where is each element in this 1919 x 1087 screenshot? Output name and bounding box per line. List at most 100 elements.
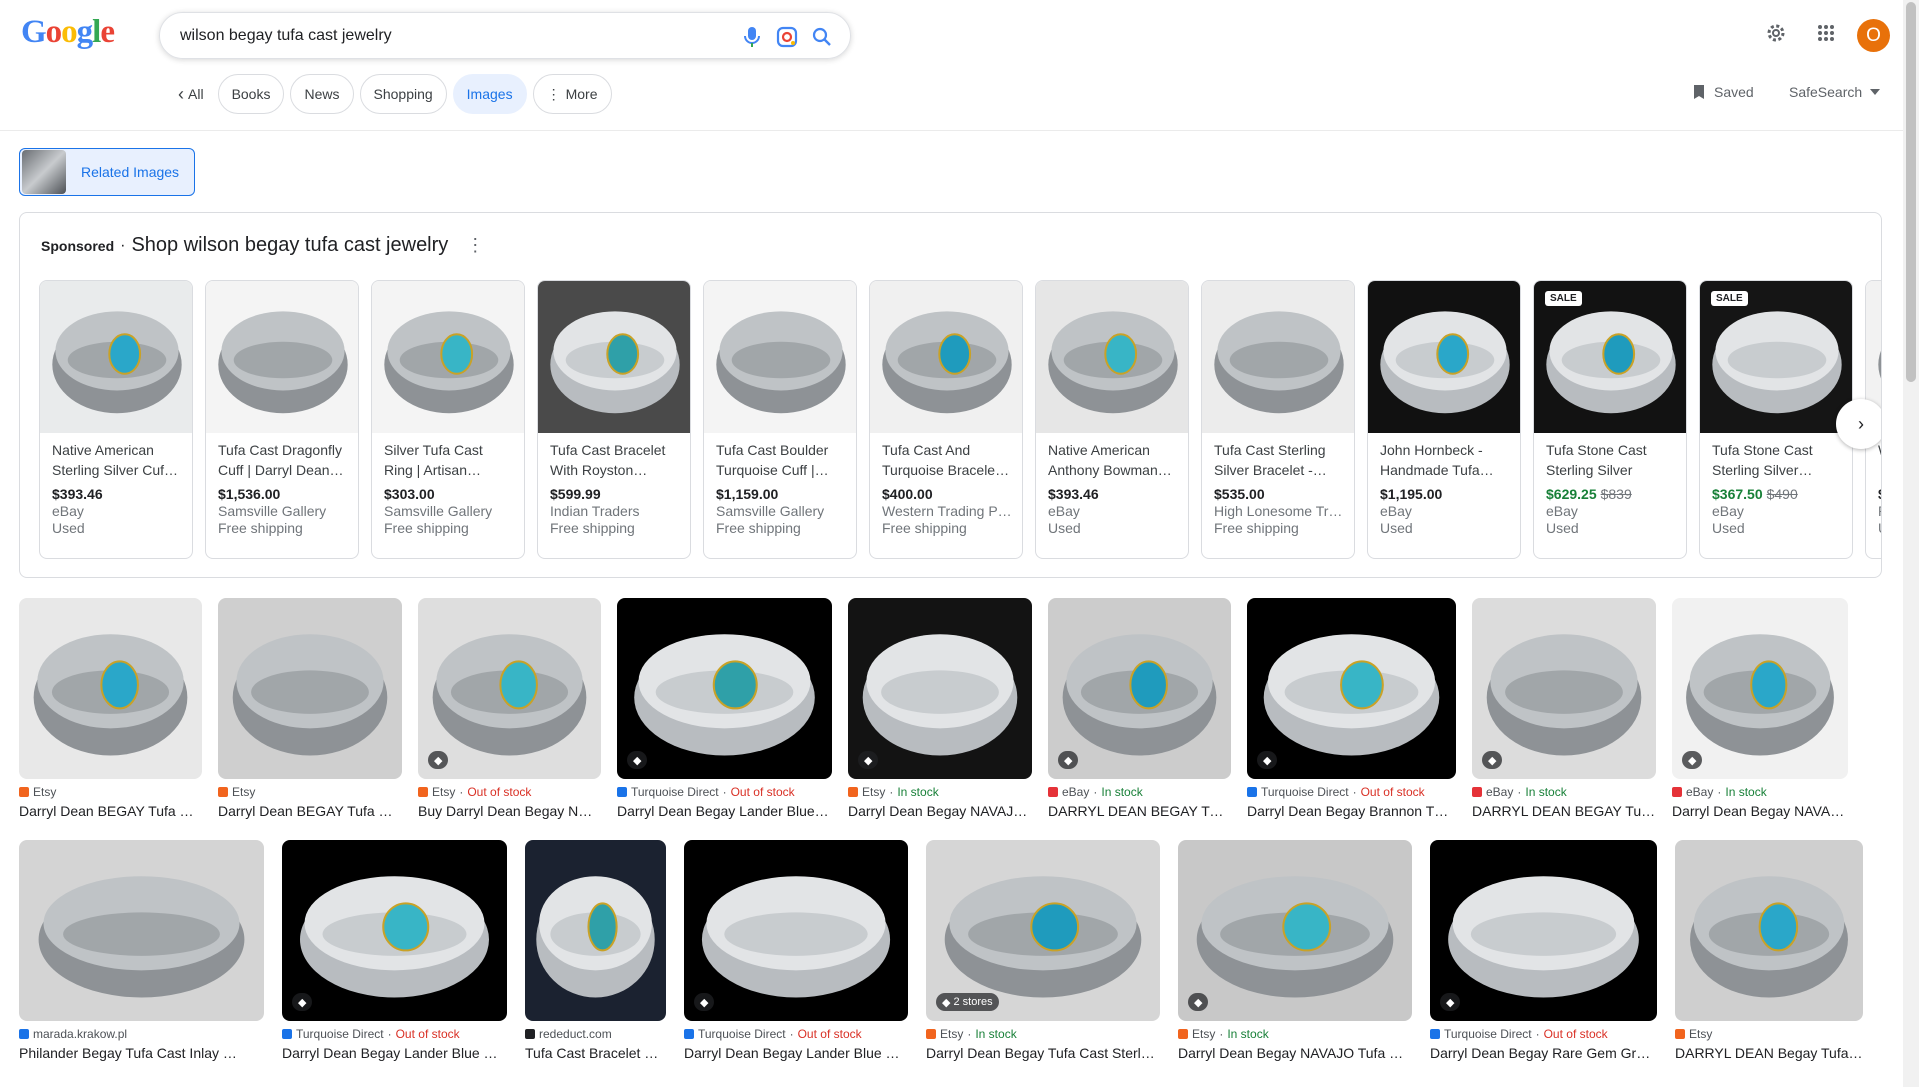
- safesearch-dropdown[interactable]: SafeSearch: [1789, 84, 1881, 100]
- result-thumbnail[interactable]: ◆: [617, 598, 832, 779]
- tab-books[interactable]: Books: [217, 74, 285, 114]
- tab-more[interactable]: ⋮ More: [532, 74, 612, 114]
- result-title[interactable]: Darryl Dean Begay Lander Blue…: [617, 803, 832, 819]
- result-thumbnail[interactable]: ◆: [1472, 598, 1656, 779]
- result-title[interactable]: Darryl Dean Begay NAVAJO Tufa …: [1178, 1045, 1412, 1061]
- result-source[interactable]: Etsy · In stock: [926, 1027, 1160, 1041]
- result-source[interactable]: Turquoise Direct · Out of stock: [1430, 1027, 1657, 1041]
- tab-all[interactable]: ‹ All: [170, 74, 212, 114]
- image-result[interactable]: ◆ Turquoise Direct · Out of stock Darryl…: [282, 840, 507, 1061]
- result-title[interactable]: Darryl Dean Begay Lander Blue …: [282, 1045, 507, 1061]
- result-source[interactable]: eBay · In stock: [1048, 785, 1231, 799]
- apps-grid-icon[interactable]: [1811, 18, 1841, 48]
- result-thumbnail[interactable]: ◆: [418, 598, 601, 779]
- tab-shopping[interactable]: Shopping: [359, 74, 447, 114]
- image-result[interactable]: ◆ Turquoise Direct · Out of stock Darryl…: [1430, 840, 1657, 1061]
- result-title[interactable]: Darryl Dean BEGAY Tufa …: [19, 803, 202, 819]
- product-card[interactable]: SALE Tufa Stone Cast Sterling Silver Sta…: [1533, 280, 1687, 559]
- image-result[interactable]: ◆ eBay · In stock Darryl Dean Begay NAVA…: [1672, 598, 1848, 819]
- image-result[interactable]: ◆ Etsy · In stock Darryl Dean Begay NAVA…: [848, 598, 1032, 819]
- result-title[interactable]: DARRYL DEAN BEGAY Tuf…: [1048, 803, 1231, 819]
- result-title[interactable]: Darryl Dean Begay Brannon T…: [1247, 803, 1456, 819]
- result-source[interactable]: Turquoise Direct · Out of stock: [282, 1027, 507, 1041]
- search-icon[interactable]: [810, 25, 834, 49]
- image-result[interactable]: ◆ Etsy · Out of stock Buy Darryl Dean Be…: [418, 598, 601, 819]
- product-card[interactable]: Native American Sterling Silver Cuf… $39…: [39, 280, 193, 559]
- result-source[interactable]: rededuct.com: [525, 1027, 666, 1041]
- image-result[interactable]: ◆ eBay · In stock DARRYL DEAN BEGAY Tuf…: [1048, 598, 1231, 819]
- result-source[interactable]: Etsy · In stock: [1178, 1027, 1412, 1041]
- image-result[interactable]: ◆ Turquoise Direct · Out of stock Darryl…: [684, 840, 908, 1061]
- result-thumbnail[interactable]: ◆: [1048, 598, 1231, 779]
- image-result[interactable]: ◆ Turquoise Direct · Out of stock Darryl…: [1247, 598, 1456, 819]
- result-thumbnail[interactable]: [1675, 840, 1863, 1021]
- result-thumbnail[interactable]: ◆: [848, 598, 1032, 779]
- lens-icon[interactable]: [775, 25, 799, 49]
- result-thumbnail[interactable]: ◆: [1178, 840, 1412, 1021]
- image-result[interactable]: Etsy DARRYL DEAN Begay Tufa …: [1675, 840, 1863, 1061]
- product-card[interactable]: Tufa Cast Sterling Silver Bracelet -… $5…: [1201, 280, 1355, 559]
- result-title[interactable]: DARRYL DEAN BEGAY Tuf…: [1472, 803, 1656, 819]
- result-title[interactable]: DARRYL DEAN Begay Tufa …: [1675, 1045, 1863, 1061]
- carousel-next-button[interactable]: ›: [1836, 399, 1881, 449]
- tab-news[interactable]: News: [290, 74, 354, 114]
- product-card[interactable]: Tufa Cast Boulder Turquoise Cuff |… $1,1…: [703, 280, 857, 559]
- result-source[interactable]: Etsy · Out of stock: [418, 785, 601, 799]
- scrollbar-thumb[interactable]: [1906, 2, 1916, 382]
- voice-search-icon[interactable]: [740, 25, 764, 49]
- image-result[interactable]: Etsy Darryl Dean BEGAY Tufa …: [218, 598, 402, 819]
- search-input[interactable]: [180, 24, 680, 48]
- result-title[interactable]: Darryl Dean BEGAY Tufa …: [218, 803, 402, 819]
- google-logo[interactable]: Google: [21, 14, 119, 54]
- image-result[interactable]: rededuct.com Tufa Cast Bracelet …: [525, 840, 666, 1061]
- product-card[interactable]: Tufa Cast Bracelet With Royston… $599.99…: [537, 280, 691, 559]
- result-title[interactable]: Darryl Dean Begay Lander Blue …: [684, 1045, 908, 1061]
- related-images-chip[interactable]: Related Images: [19, 148, 195, 196]
- result-source[interactable]: Turquoise Direct · Out of stock: [617, 785, 832, 799]
- product-card[interactable]: SALE Tufa Stone Cast Sterling Silver… $3…: [1699, 280, 1853, 559]
- image-result[interactable]: ◆ Etsy · In stock Darryl Dean Begay NAVA…: [1178, 840, 1412, 1061]
- result-thumbnail[interactable]: ◆: [1430, 840, 1657, 1021]
- account-avatar[interactable]: O: [1857, 19, 1890, 52]
- result-source[interactable]: Etsy: [1675, 1027, 1863, 1041]
- result-source[interactable]: Etsy: [218, 785, 402, 799]
- result-title[interactable]: Darryl Dean Begay NAVAJ…: [848, 803, 1032, 819]
- tab-images[interactable]: Images: [452, 74, 527, 114]
- result-source[interactable]: marada.krakow.pl: [19, 1027, 264, 1041]
- result-thumbnail[interactable]: ◆: [282, 840, 507, 1021]
- product-card[interactable]: Tufa Cast Dragonfly Cuff | Darryl Dean… …: [205, 280, 359, 559]
- product-card[interactable]: Native American Anthony Bowman… $393.46 …: [1035, 280, 1189, 559]
- product-card[interactable]: Tufa Cast And Turquoise Bracele… $400.00…: [869, 280, 1023, 559]
- more-options-icon[interactable]: ⋮: [466, 235, 484, 256]
- saved-link[interactable]: Saved: [1692, 84, 1754, 100]
- result-title[interactable]: Darryl Dean Begay Tufa Cast Sterl…: [926, 1045, 1160, 1061]
- result-title[interactable]: Darryl Dean Begay NAVA…: [1672, 803, 1848, 819]
- result-source[interactable]: eBay · In stock: [1472, 785, 1656, 799]
- result-source[interactable]: Etsy: [19, 785, 202, 799]
- result-source[interactable]: Turquoise Direct · Out of stock: [684, 1027, 908, 1041]
- result-title[interactable]: Philander Begay Tufa Cast Inlay …: [19, 1045, 264, 1061]
- product-card[interactable]: Silver Tufa Cast Ring | Artisan… $303.00…: [371, 280, 525, 559]
- result-source[interactable]: Etsy · In stock: [848, 785, 1032, 799]
- image-result[interactable]: ◆ 2 stores Etsy · In stock Darryl Dean Be…: [926, 840, 1160, 1061]
- result-thumbnail[interactable]: ◆: [1672, 598, 1848, 779]
- result-thumbnail[interactable]: ◆: [1247, 598, 1456, 779]
- page-scrollbar[interactable]: [1903, 0, 1919, 1087]
- result-thumbnail[interactable]: [19, 598, 202, 779]
- image-result[interactable]: ◆ Turquoise Direct · Out of stock Darryl…: [617, 598, 832, 819]
- result-thumbnail[interactable]: [218, 598, 402, 779]
- result-title[interactable]: Darryl Dean Begay Rare Gem Gra…: [1430, 1045, 1657, 1061]
- result-thumbnail[interactable]: ◆: [684, 840, 908, 1021]
- image-result[interactable]: marada.krakow.pl Philander Begay Tufa Ca…: [19, 840, 264, 1061]
- result-title[interactable]: Tufa Cast Bracelet …: [525, 1045, 666, 1061]
- settings-gear-icon[interactable]: [1761, 18, 1791, 48]
- image-result[interactable]: Etsy Darryl Dean BEGAY Tufa …: [19, 598, 202, 819]
- result-thumbnail[interactable]: ◆ 2 stores: [926, 840, 1160, 1021]
- product-card[interactable]: John Hornbeck - Handmade Tufa… $1,195.00…: [1367, 280, 1521, 559]
- image-result[interactable]: ◆ eBay · In stock DARRYL DEAN BEGAY Tuf…: [1472, 598, 1656, 819]
- result-source[interactable]: eBay · In stock: [1672, 785, 1848, 799]
- result-title[interactable]: Buy Darryl Dean Begay N…: [418, 803, 601, 819]
- result-thumbnail[interactable]: [525, 840, 666, 1021]
- result-source[interactable]: Turquoise Direct · Out of stock: [1247, 785, 1456, 799]
- result-thumbnail[interactable]: [19, 840, 264, 1021]
